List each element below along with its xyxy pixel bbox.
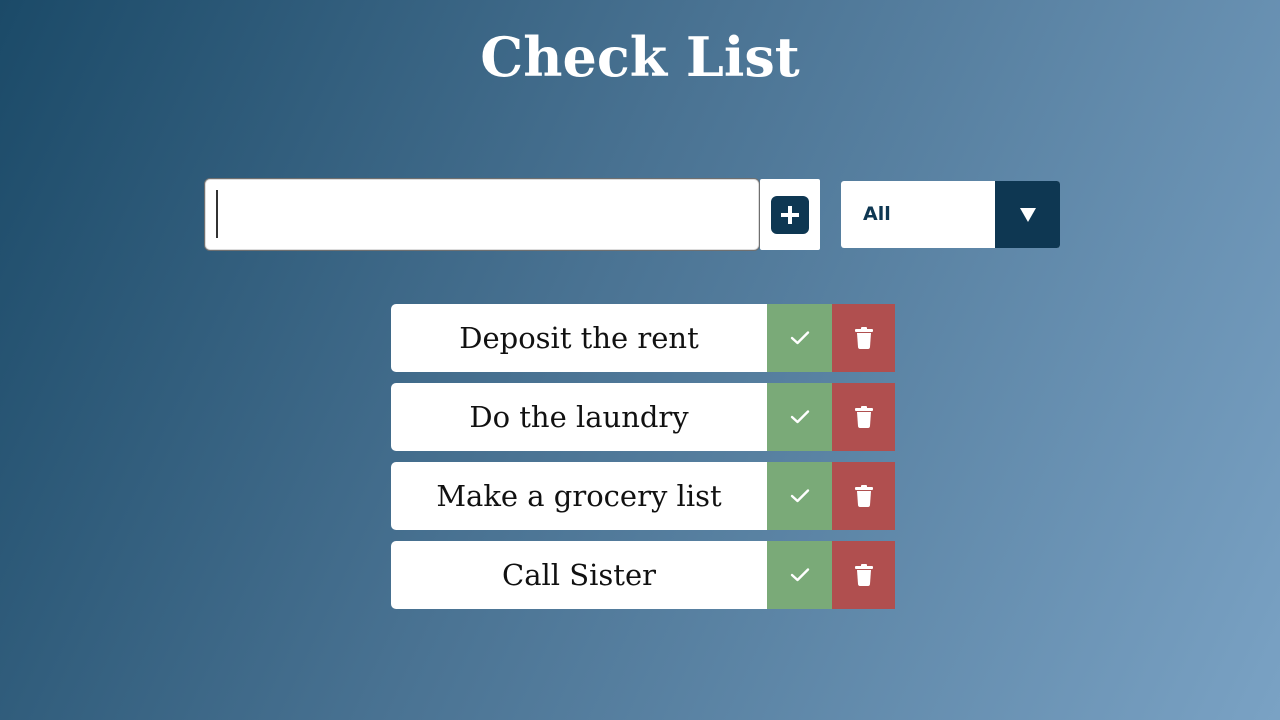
check-icon xyxy=(790,331,809,345)
check-icon xyxy=(790,410,809,424)
check-icon xyxy=(790,568,809,582)
complete-button[interactable] xyxy=(767,383,832,451)
todo-text: Do the laundry xyxy=(391,383,767,451)
trash-icon xyxy=(854,564,873,586)
todo-input[interactable] xyxy=(204,178,760,251)
todo-list: Deposit the rent Do the laundry Make a g… xyxy=(391,304,895,620)
caret-down-icon[interactable] xyxy=(995,181,1060,248)
complete-button[interactable] xyxy=(767,304,832,372)
trash-icon xyxy=(854,485,873,507)
todo-text: Deposit the rent xyxy=(391,304,767,372)
page-title: Check List xyxy=(480,25,800,89)
trash-icon xyxy=(854,406,873,428)
check-icon xyxy=(790,489,809,503)
delete-button[interactable] xyxy=(832,304,895,372)
add-todo-button[interactable] xyxy=(760,179,820,250)
todo-item: Deposit the rent xyxy=(391,304,895,372)
complete-button[interactable] xyxy=(767,541,832,609)
todo-item: Make a grocery list xyxy=(391,462,895,530)
todo-text: Call Sister xyxy=(391,541,767,609)
delete-button[interactable] xyxy=(832,541,895,609)
text-caret xyxy=(216,190,218,238)
filter-selected-value: All xyxy=(863,203,891,225)
add-todo-form xyxy=(204,178,820,251)
filter-select[interactable]: All xyxy=(841,181,1060,248)
plus-square-icon xyxy=(771,195,809,234)
delete-button[interactable] xyxy=(832,462,895,530)
trash-icon xyxy=(854,327,873,349)
complete-button[interactable] xyxy=(767,462,832,530)
todo-text: Make a grocery list xyxy=(391,462,767,530)
delete-button[interactable] xyxy=(832,383,895,451)
todo-item: Call Sister xyxy=(391,541,895,609)
todo-item: Do the laundry xyxy=(391,383,895,451)
